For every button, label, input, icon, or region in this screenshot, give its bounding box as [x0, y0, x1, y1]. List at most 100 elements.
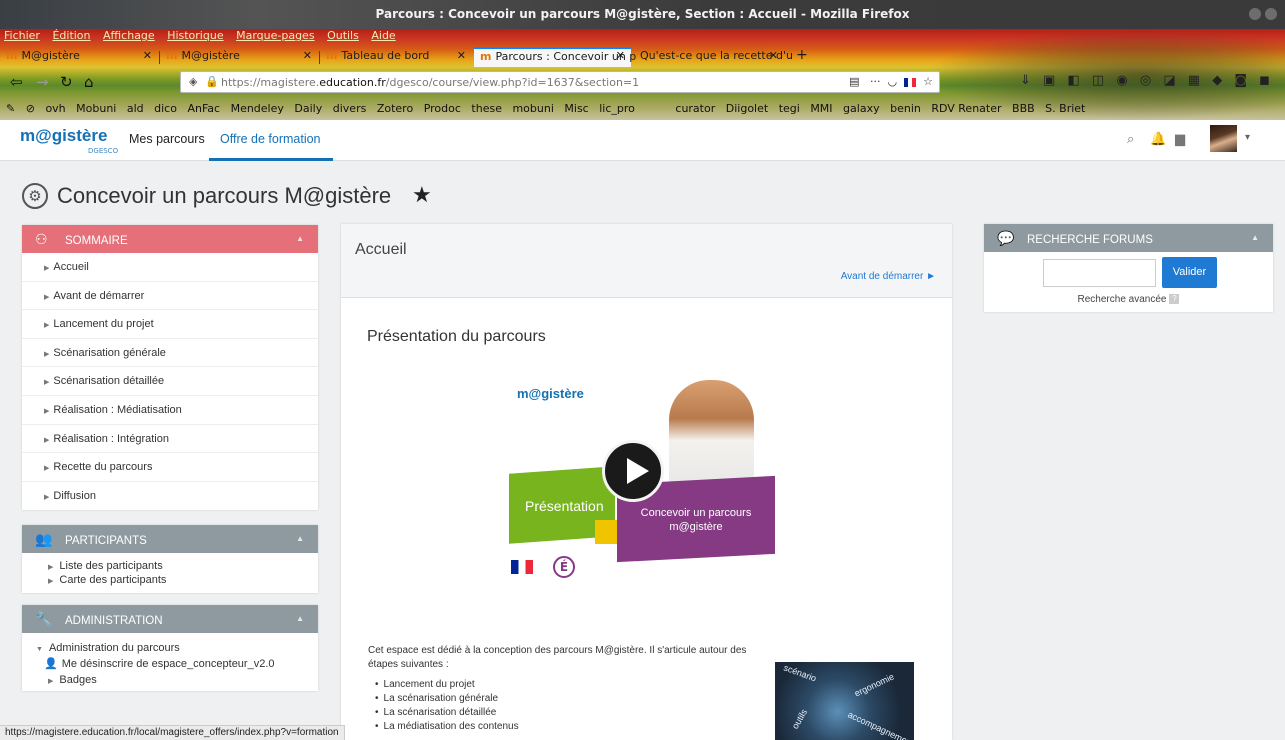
administration-header[interactable]: 🔧 ADMINISTRATION ▲	[22, 605, 318, 633]
video-player[interactable]: m@gistère Présentation Concevoir un parc…	[507, 380, 775, 585]
unenrol-link[interactable]: 👤 Me désinscrire de espace_concepteur_v2.…	[22, 657, 318, 673]
bookmark-these[interactable]: these	[471, 102, 502, 115]
url-text[interactable]: https://magistere.education.fr/dgesco/co…	[221, 76, 639, 89]
sommaire-item-lancement[interactable]: ▶ Lancement du projet	[22, 310, 318, 339]
pocket-icon[interactable]: ◡	[888, 75, 898, 88]
extension-icon[interactable]: ◉	[1116, 73, 1127, 88]
site-logo[interactable]: m@gistère	[20, 126, 107, 146]
bookmark-mobuni-folder[interactable]: mobuni	[512, 102, 553, 115]
help-icon[interactable]: ?	[1169, 294, 1180, 305]
valider-button[interactable]: Valider	[1162, 257, 1217, 288]
collapse-icon[interactable]: ▲	[296, 525, 304, 553]
close-tab-icon[interactable]: ✕	[143, 49, 152, 62]
collapse-icon[interactable]: ▲	[1251, 224, 1259, 252]
play-icon[interactable]	[602, 440, 664, 502]
extension-icon[interactable]: ◼	[1259, 73, 1270, 88]
shield-icon[interactable]: ◈	[189, 75, 197, 88]
sommaire-item-scenarisation-detaillee[interactable]: ▶ Scénarisation détaillée	[22, 367, 318, 396]
bookmark-tegi[interactable]: tegi	[779, 102, 800, 115]
menu-historique[interactable]: Historique	[167, 29, 223, 42]
bookmark-star-icon[interactable]: ☆	[923, 75, 933, 88]
bookmark-mmi[interactable]: MMI	[810, 102, 832, 115]
extension-icon[interactable]: ◪	[1163, 73, 1175, 88]
menu-edition[interactable]: Édition	[52, 29, 90, 42]
messages-icon[interactable]: ▆	[1175, 132, 1185, 147]
extension-icon[interactable]: ▦	[1188, 73, 1200, 88]
next-section-link[interactable]: Avant de démarrer ►	[841, 271, 936, 282]
french-flag-icon[interactable]	[904, 77, 917, 87]
reader-view-icon[interactable]: ▤	[849, 75, 859, 88]
user-avatar[interactable]	[1210, 125, 1237, 152]
sommaire-item-mediatisation[interactable]: ▶ Réalisation : Médiatisation	[22, 396, 318, 425]
favorite-star-icon[interactable]: ★	[412, 183, 432, 208]
lock-icon[interactable]: 🔒	[205, 75, 219, 88]
sommaire-item-integration[interactable]: ▶ Réalisation : Intégration	[22, 425, 318, 454]
menu-affichage[interactable]: Affichage	[103, 29, 155, 42]
bookmark-rdv-renater[interactable]: RDV Renater	[931, 102, 1001, 115]
bookmark-galaxy[interactable]: galaxy	[843, 102, 880, 115]
download-icon[interactable]: ⇓	[1020, 73, 1031, 88]
close-tab-icon[interactable]: ✕	[457, 49, 466, 62]
tab-recette[interactable]: Qu'est-ce que la recette d'u ✕	[634, 49, 793, 67]
bookmark-ald[interactable]: ald	[127, 102, 144, 115]
close-button[interactable]	[1265, 8, 1277, 20]
bookmark-icon[interactable]: ⊘	[26, 102, 35, 115]
close-tab-icon[interactable]: ✕	[769, 49, 778, 62]
nav-offre-de-formation[interactable]: Offre de formation	[220, 132, 321, 146]
bookmark-diigolet[interactable]: Diigolet	[726, 102, 768, 115]
sommaire-header[interactable]: ⚇ SOMMAIRE ▲	[22, 225, 318, 253]
menu-fichier[interactable]: Fichier	[4, 29, 40, 42]
new-tab-button[interactable]: +	[790, 47, 810, 65]
participants-header[interactable]: 👥 PARTICIPANTS ▲	[22, 525, 318, 553]
minimize-button[interactable]	[1249, 8, 1261, 20]
tab-magistere-1[interactable]: m M@gistère ✕	[0, 49, 158, 67]
bookmark-dico[interactable]: dico	[154, 102, 177, 115]
sommaire-item-diffusion[interactable]: ▶ Diffusion	[22, 482, 318, 511]
bookmark-zotero[interactable]: Zotero	[377, 102, 413, 115]
bookmark-s-briet[interactable]: S. Briet	[1045, 102, 1085, 115]
participants-map-link[interactable]: ▶ Carte des participants	[22, 573, 318, 587]
forum-search-input[interactable]	[1043, 259, 1156, 287]
nav-mes-parcours[interactable]: Mes parcours	[129, 132, 205, 146]
extension-icon[interactable]: ▣	[1043, 73, 1055, 88]
menu-aide[interactable]: Aide	[371, 29, 395, 42]
extension-icon[interactable]: ◙	[1234, 73, 1247, 88]
bookmark-ovh[interactable]: ovh	[45, 102, 65, 115]
tab-parcours-active[interactable]: m Parcours : Concevoir un p ✕	[474, 47, 636, 67]
badges-link[interactable]: ▶ Badges	[22, 673, 318, 689]
back-arrow-icon[interactable]: ⇦	[10, 73, 23, 91]
close-tab-icon[interactable]: ✕	[616, 49, 625, 62]
forward-arrow-icon[interactable]: →	[36, 73, 49, 91]
participants-list-link[interactable]: ▶ Liste des participants	[22, 559, 318, 573]
bookmark-lic-pro[interactable]: lic_pro	[599, 102, 635, 115]
reload-icon[interactable]: ↻	[60, 73, 73, 91]
bookmark-benin[interactable]: benin	[890, 102, 921, 115]
extension-icon[interactable]: ◆	[1212, 73, 1222, 88]
caret-down-icon[interactable]: ▾	[1245, 132, 1250, 143]
search-icon[interactable]: ⌕	[1127, 132, 1134, 147]
url-bar[interactable]: ◈ 🔒 https://magistere.education.fr/dgesc…	[180, 71, 940, 93]
admin-parcours-item[interactable]: ▼ Administration du parcours	[22, 641, 318, 657]
more-actions-icon[interactable]: ···	[870, 75, 881, 88]
menu-marque-pages[interactable]: Marque-pages	[236, 29, 314, 42]
tab-tableau-de-bord[interactable]: m Tableau de bord ✕	[320, 49, 472, 67]
bookmark-anfac[interactable]: AnFac	[187, 102, 220, 115]
extension-icon[interactable]: ◧	[1067, 73, 1079, 88]
bookmark-misc[interactable]: Misc	[564, 102, 588, 115]
bookmark-mendeley[interactable]: Mendeley	[231, 102, 284, 115]
sommaire-item-scenarisation-generale[interactable]: ▶ Scénarisation générale	[22, 339, 318, 368]
home-icon[interactable]: ⌂	[84, 73, 94, 91]
sommaire-item-accueil[interactable]: ▶ Accueil	[22, 253, 318, 282]
bookmark-daily[interactable]: Daily	[294, 102, 322, 115]
bookmark-icon[interactable]: ✎	[6, 102, 15, 115]
recherche-forums-header[interactable]: 💬 RECHERCHE FORUMS ▲	[984, 224, 1273, 252]
collapse-icon[interactable]: ▲	[296, 225, 304, 253]
notifications-icon[interactable]: 🔔	[1150, 132, 1166, 147]
extension-icon[interactable]: ◎	[1140, 73, 1151, 88]
tab-magistere-2[interactable]: m M@gistère ✕	[160, 49, 318, 67]
bookmark-mobuni[interactable]: Mobuni	[76, 102, 116, 115]
collapse-icon[interactable]: ▲	[296, 605, 304, 633]
bookmark-prodoc[interactable]: Prodoc	[424, 102, 461, 115]
bookmark-curator[interactable]: curator	[675, 102, 715, 115]
menu-outils[interactable]: Outils	[327, 29, 359, 42]
